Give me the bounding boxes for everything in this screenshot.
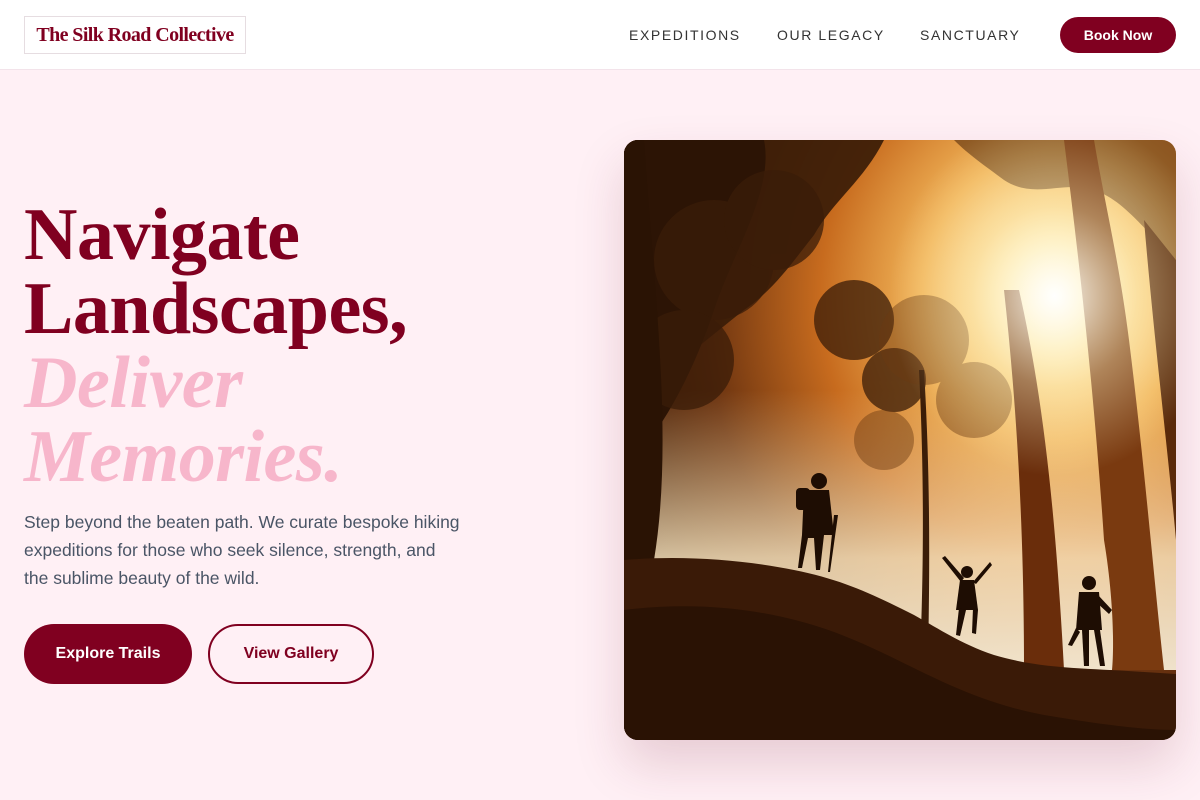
hikers-sunset-photo — [624, 140, 1176, 740]
top-navbar: The Silk Road Collective EXPEDITIONS OUR… — [0, 0, 1200, 70]
hero-image — [624, 140, 1176, 740]
brand-logo[interactable]: The Silk Road Collective — [24, 16, 246, 54]
headline-line-2: Landscapes, — [24, 268, 408, 350]
hero-headline: Navigate Landscapes, Deliver Memories. — [24, 198, 564, 494]
headline-accent-line-2: Memories. — [24, 416, 343, 498]
headline-line-1: Navigate — [24, 194, 300, 276]
headline-accent-line-1: Deliver — [24, 342, 243, 424]
view-gallery-button[interactable]: View Gallery — [208, 624, 374, 684]
nav-link-our-legacy[interactable]: OUR LEGACY — [777, 26, 885, 44]
explore-trails-button[interactable]: Explore Trails — [24, 624, 192, 684]
nav-link-sanctuary[interactable]: SANCTUARY — [920, 26, 1021, 44]
nav-link-expeditions[interactable]: EXPEDITIONS — [629, 26, 741, 44]
hero-description: Step beyond the beaten path. We curate b… — [24, 512, 460, 588]
book-now-button[interactable]: Book Now — [1060, 17, 1176, 53]
